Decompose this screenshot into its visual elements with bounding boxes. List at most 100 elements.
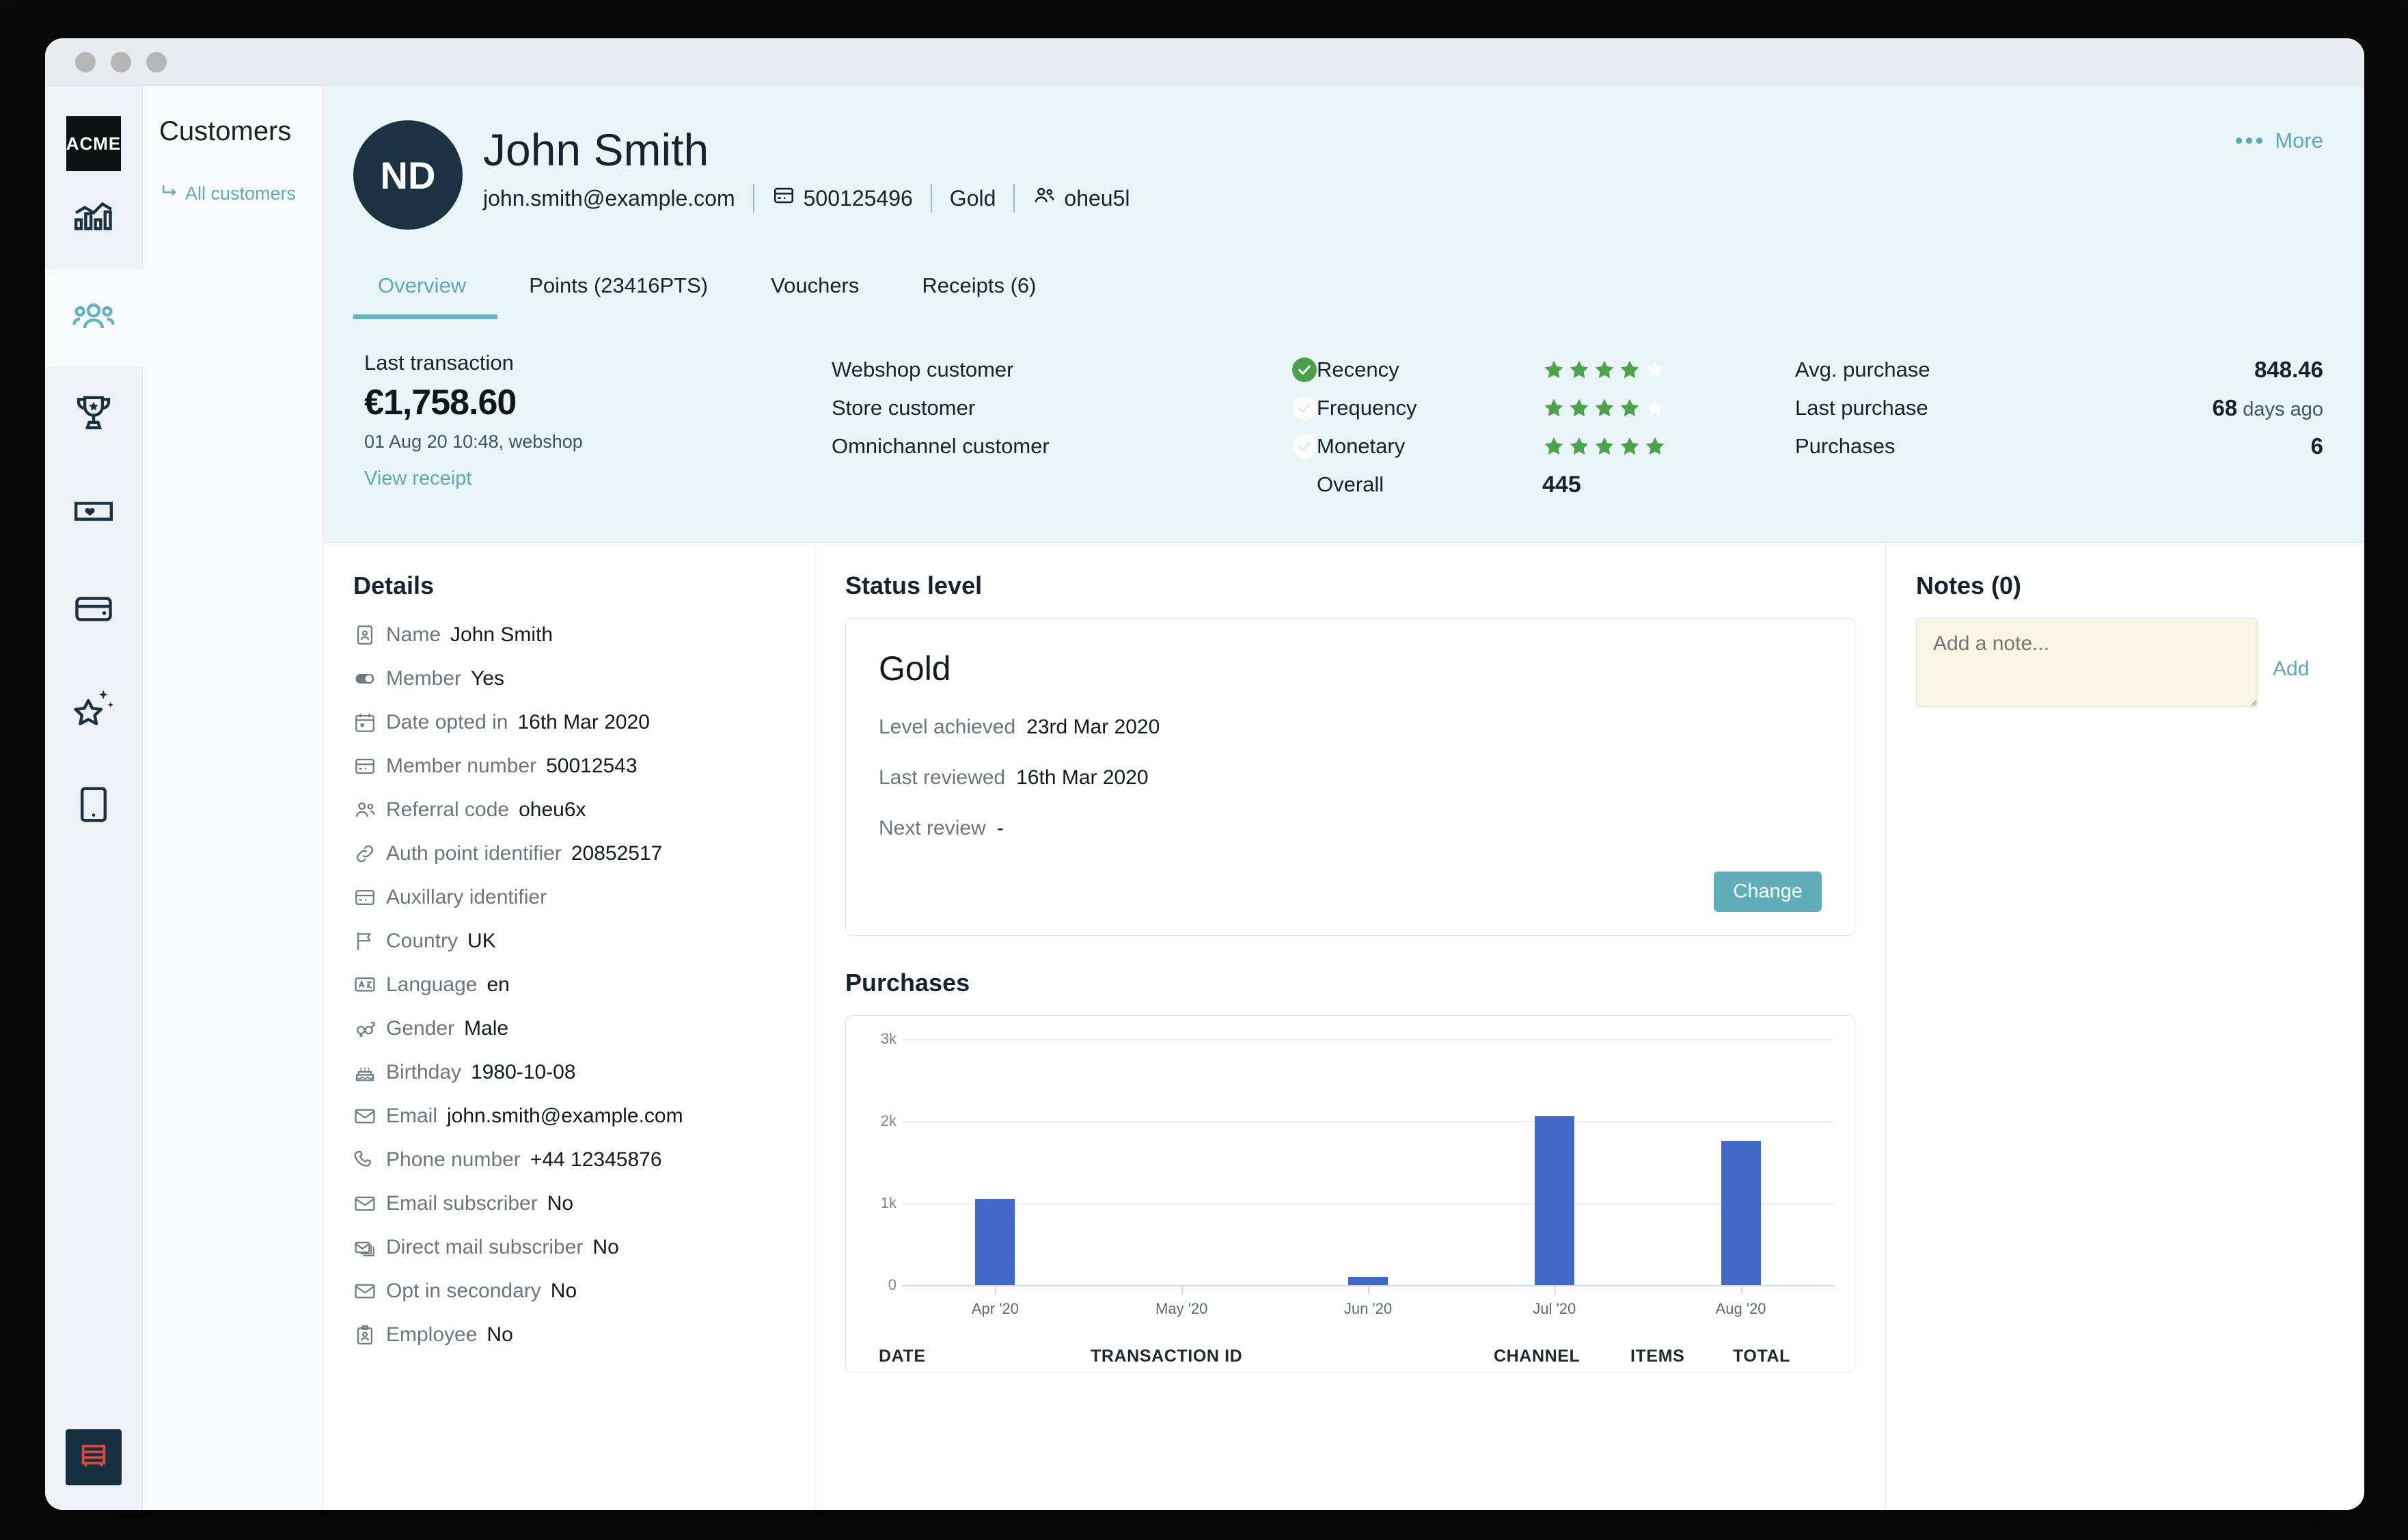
detail-row: Date opted in 16th Mar 2020 [353,711,815,734]
detail-value: 20852517 [571,842,663,865]
star-filled-icon [1544,398,1563,417]
people-icon [353,798,377,822]
monetary-stars [1542,435,1667,458]
detail-value: Male [464,1017,509,1040]
add-note-button[interactable]: Add [2273,600,2309,681]
star-filled-icon [1544,360,1563,379]
detail-row: Birthday 1980-10-08 [353,1061,815,1084]
overall-value: 445 [1542,471,1581,498]
tab-points[interactable]: Points (23416PTS) [497,273,739,319]
purchase-stats-block: Avg. purchase 848.46 Last purchase 68 da… [1795,351,2323,465]
col-header-date[interactable]: DATE [879,1347,1091,1366]
last-transaction-block: Last transaction €1,758.60 01 Aug 20 10:… [353,351,832,490]
window-close-button[interactable] [75,51,96,72]
star-filled-icon [1595,437,1614,455]
avatar: ND [353,120,463,230]
col-header-transaction-id[interactable]: TRANSACTION ID [1091,1347,1494,1366]
card-icon [772,184,795,213]
rail-item-rewards[interactable] [45,366,143,464]
col-header-items[interactable]: ITEMS [1630,1347,1733,1366]
more-label: More [2275,129,2323,152]
chart-bar-cell [1275,1039,1462,1285]
star-filled-icon [1570,360,1589,379]
detail-key: Language [386,973,478,996]
star-filled-icon [1595,360,1614,379]
status-row-level-achieved: Level achieved 23rd Mar 2020 [879,716,1822,739]
app-window: ACME Customers All customers ••• More ND… [45,38,2364,1510]
details-title: Details [353,571,435,599]
calendar-icon [353,711,377,734]
channel-row-store: Store customer [832,389,1317,427]
mobile-icon [72,783,115,829]
secondary-nav: Customers All customers [143,86,323,1510]
status-key: Next review [879,817,986,839]
view-receipt-link[interactable]: View receipt [364,468,832,490]
chart-bar[interactable] [1721,1140,1761,1285]
detail-key: Gender [386,1017,455,1040]
all-customers-link[interactable]: All customers [159,181,323,206]
customer-member-number: 500125496 [803,185,913,211]
card-icon [353,755,377,778]
more-button[interactable]: ••• More [2235,129,2323,153]
chart-x-tick-label: Aug '20 [1647,1285,1834,1318]
channel-row-omnichannel: Omnichannel customer [832,427,1317,465]
rail-bottom-tile[interactable] [66,1429,122,1485]
star-filled-icon [1595,398,1614,417]
star-filled-icon [1620,437,1639,455]
rfm-row-frequency: Frequency [1317,389,1795,427]
id-card-icon [353,623,377,647]
chart-bar[interactable] [1534,1116,1574,1285]
col-header-total[interactable]: TOTAL [1733,1347,1822,1366]
check-icon [1292,434,1317,459]
detail-row: Phone number +44 12345876 [353,1148,815,1172]
tab-overview[interactable]: Overview [353,273,498,319]
rail-item-mobile[interactable] [45,757,143,855]
detail-row: Referral code oheu6x [353,798,815,822]
detail-value: john.smith@example.com [447,1105,683,1127]
chart-x-axis: Apr '20 May '20 Jun '20 Jul '20 Aug '20 [902,1285,1834,1318]
app-logo[interactable]: ACME [66,116,121,171]
channel-label: Omnichannel customer [832,434,1050,458]
tab-vouchers[interactable]: Vouchers [739,273,890,319]
icon-rail: ACME [45,86,143,1510]
rail-item-vouchers[interactable] [45,464,143,562]
customer-email[interactable]: john.smith@example.com [483,186,753,211]
tab-bar: Overview Points (23416PTS) Vouchers Rece… [353,273,2323,319]
rail-item-customers[interactable] [45,269,143,366]
chart-icon [72,197,115,243]
main-content: ••• More ND John Smith john.smith@exampl… [323,86,2364,1510]
change-status-button[interactable]: Change [1714,872,1822,912]
link-icon [353,842,377,865]
chart-y-tick-label: 1k [880,1194,897,1211]
channel-row-webshop: Webshop customer [832,351,1317,389]
note-input[interactable] [1916,618,2258,707]
window-minimize-button[interactable] [111,51,131,72]
rfm-label: Frequency [1317,396,1417,420]
purchases-chart-card: 0 1k 2k 3k Apr '20 May '20 Jun '20 Jul '20 Aug … [845,1015,1855,1373]
chart-bar[interactable] [1347,1277,1388,1285]
all-customers-label: All customers [185,183,297,204]
col-header-channel[interactable]: CHANNEL [1494,1347,1630,1366]
check-icon [1292,357,1317,382]
stat-unit: days ago [2237,398,2323,420]
status-key: Last reviewed [879,766,1006,789]
star-filled-icon [1570,398,1589,417]
purchases-title: Purchases [845,969,970,997]
rail-item-wallet[interactable] [45,562,143,660]
rail-item-analytics[interactable] [45,171,143,269]
gender-icon [353,1017,377,1040]
mail-stack-icon [353,1236,377,1259]
customer-level: Gold [949,185,996,211]
stat-label: Avg. purchase [1795,357,1930,381]
cake-icon [353,1061,377,1084]
window-maximize-button[interactable] [146,51,167,72]
chart-bar[interactable] [975,1199,1015,1285]
customer-referral-chip: oheu5l [1015,184,1147,213]
tab-receipts[interactable]: Receipts (6) [890,273,1067,319]
subnav-title: Customers [159,116,292,146]
flag-icon [353,930,377,953]
detail-key: Employee [386,1323,478,1346]
chart-y-tick-label: 2k [880,1112,897,1129]
stat-row-purchases: Purchases 6 [1795,427,2323,465]
rail-item-campaigns[interactable] [45,660,143,757]
